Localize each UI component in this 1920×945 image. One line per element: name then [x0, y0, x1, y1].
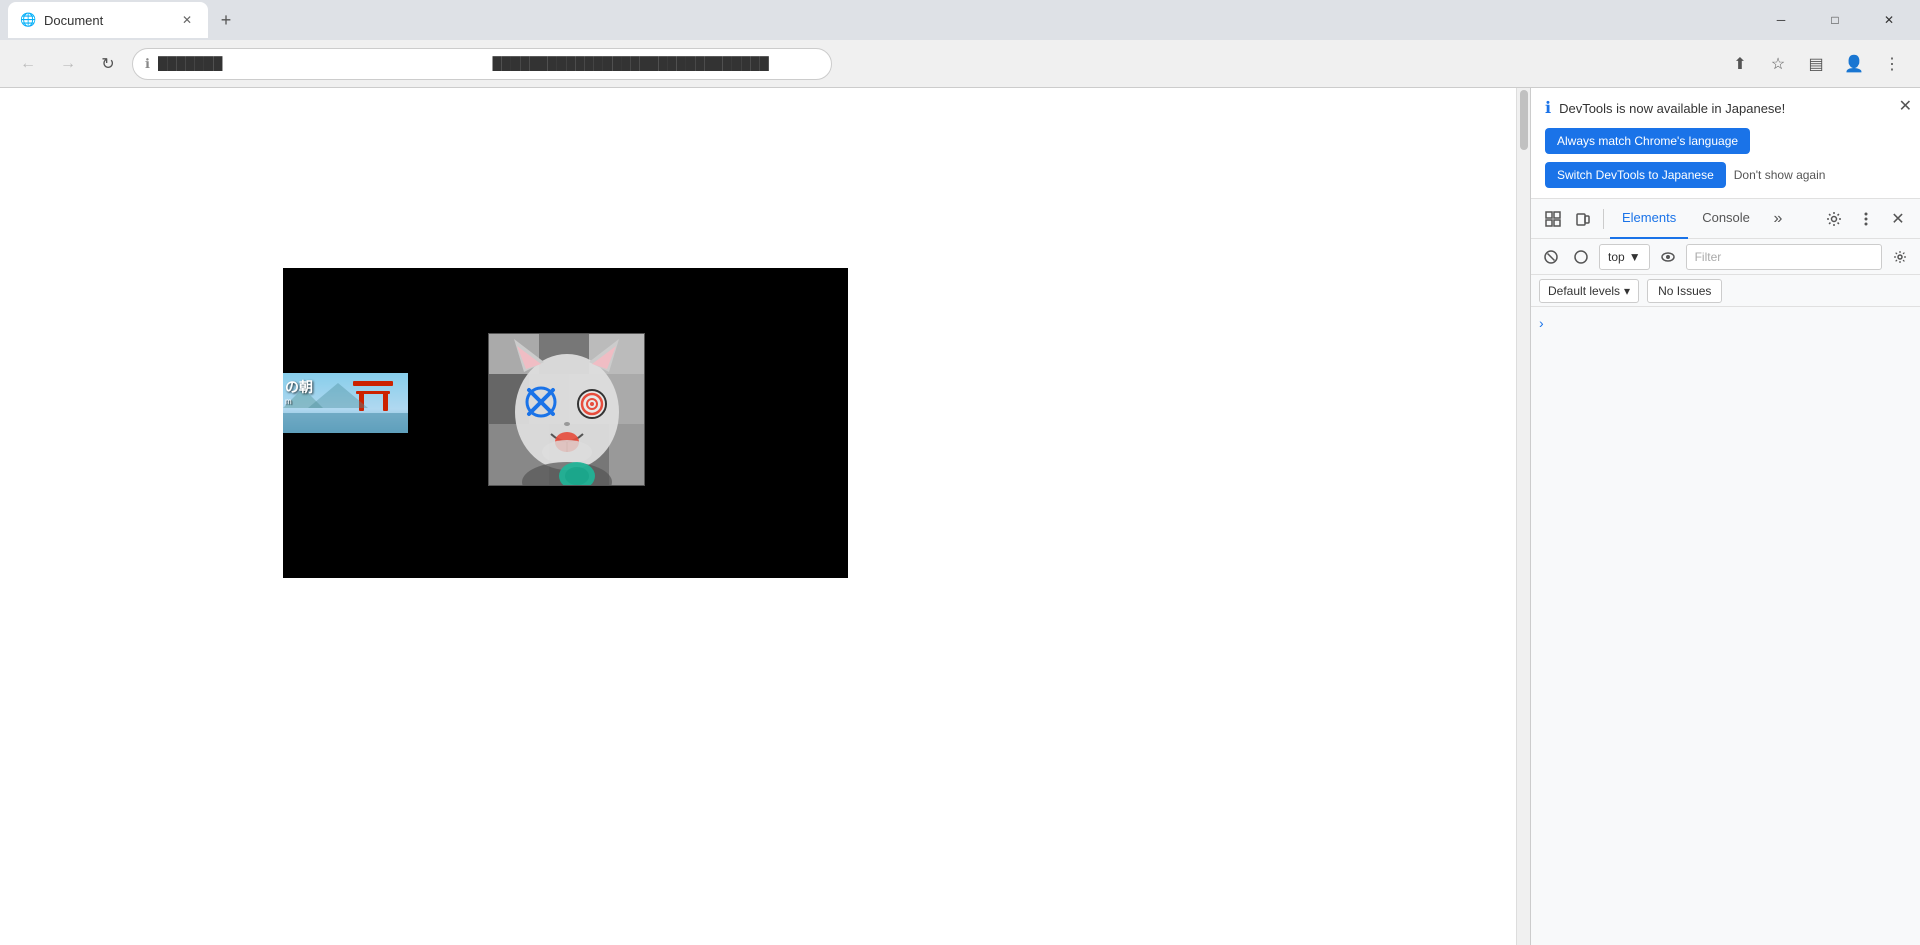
navigation-bar: ← → ↻ ℹ ███████ ████████████████████████… [0, 40, 1920, 88]
devtools-close-button[interactable]: ✕ [1884, 205, 1912, 233]
element-picker-button[interactable] [1539, 205, 1567, 233]
japanese-text: の朝 [285, 377, 313, 397]
tab-elements[interactable]: Elements [1610, 199, 1688, 239]
japanese-subtext: m [285, 397, 313, 406]
context-selector[interactable]: top ▼ [1599, 244, 1650, 270]
devtools-panel: ℹ DevTools is now available in Japanese!… [1530, 88, 1920, 945]
page-content: の朝 m [0, 88, 1516, 945]
forward-button[interactable]: → [52, 48, 84, 80]
back-button[interactable]: ← [12, 48, 44, 80]
notification-title: ℹ DevTools is now available in Japanese! [1545, 98, 1906, 118]
info-circle-icon: ℹ [1545, 98, 1551, 118]
page-inner: の朝 m [0, 88, 1516, 945]
devtools-more-options-button[interactable] [1852, 205, 1880, 233]
devtools-content-area: › [1531, 307, 1920, 945]
reload-button[interactable]: ↻ [92, 48, 124, 80]
devtools-console-bar: top ▼ [1531, 239, 1920, 275]
more-tabs-button[interactable]: » [1764, 205, 1792, 233]
device-toggle-button[interactable] [1569, 205, 1597, 233]
scrollbar-track [1517, 88, 1531, 945]
filter-input[interactable] [1686, 244, 1882, 270]
tab-title: Document [44, 13, 170, 28]
url-path: ██████████████████████████████ [492, 56, 819, 71]
clear-console-button[interactable] [1539, 245, 1563, 269]
console-settings-icon[interactable] [1888, 245, 1912, 269]
title-bar: 🌐 Document ✕ + ─ □ ✕ [0, 0, 1920, 40]
notification-close-button[interactable]: ✕ [1899, 96, 1912, 116]
share-icon[interactable]: ⬆ [1724, 48, 1756, 80]
notification-secondary-buttons: Switch DevTools to Japanese Don't show a… [1545, 162, 1906, 188]
filter-toggle-button[interactable] [1569, 245, 1593, 269]
browser-tab[interactable]: 🌐 Document ✕ [8, 2, 208, 38]
tab-close-button[interactable]: ✕ [178, 11, 196, 29]
nav-right-buttons: ⬆ ☆ ▤ 👤 ⋮ [1724, 48, 1908, 80]
bookmark-icon[interactable]: ☆ [1762, 48, 1794, 80]
info-icon: ℹ [145, 56, 150, 72]
context-label: top [1608, 250, 1625, 264]
title-bar-controls: ─ □ ✕ [1758, 4, 1912, 36]
default-levels-label: Default levels [1548, 284, 1620, 298]
always-match-language-button[interactable]: Always match Chrome's language [1545, 128, 1750, 154]
devtools-notification: ℹ DevTools is now available in Japanese!… [1531, 88, 1920, 199]
devtools-issues-bar: Default levels ▾ No Issues [1531, 275, 1920, 307]
close-window-button[interactable]: ✕ [1866, 4, 1912, 36]
levels-dropdown-icon: ▾ [1624, 284, 1630, 298]
profile-icon[interactable]: 👤 [1838, 48, 1870, 80]
menu-icon[interactable]: ⋮ [1876, 48, 1908, 80]
default-levels-selector[interactable]: Default levels ▾ [1539, 279, 1639, 303]
sidebar-toggle-icon[interactable]: ▤ [1800, 48, 1832, 80]
page-scrollbar[interactable] [1516, 88, 1530, 945]
scrollbar-thumb[interactable] [1520, 90, 1528, 150]
devtools-right-controls: ✕ [1820, 205, 1912, 233]
maximize-button[interactable]: □ [1812, 4, 1858, 36]
canvas-area: の朝 m [283, 268, 848, 578]
address-bar[interactable]: ℹ ███████ ██████████████████████████████ [132, 48, 832, 80]
tab-favicon: 🌐 [20, 12, 36, 28]
main-area: の朝 m [0, 88, 1920, 945]
no-issues-badge: No Issues [1647, 279, 1722, 303]
notification-text: DevTools is now available in Japanese! [1559, 101, 1785, 116]
context-dropdown-icon: ▼ [1629, 250, 1641, 264]
url-text: ███████ [158, 56, 485, 71]
devtools-toolbar: Elements Console » ✕ [1531, 199, 1920, 239]
dont-show-again-link[interactable]: Don't show again [1734, 168, 1826, 182]
new-tab-button[interactable]: + [212, 6, 240, 34]
switch-to-japanese-button[interactable]: Switch DevTools to Japanese [1545, 162, 1726, 188]
browser-window: 🌐 Document ✕ + ─ □ ✕ ← → ↻ ℹ ███████ ███… [0, 0, 1920, 945]
expand-chevron[interactable]: › [1539, 315, 1544, 331]
tab-console[interactable]: Console [1690, 199, 1762, 239]
anime-character-image [488, 333, 645, 486]
toolbar-separator-1 [1603, 209, 1604, 229]
minimize-button[interactable]: ─ [1758, 4, 1804, 36]
devtools-settings-button[interactable] [1820, 205, 1848, 233]
notification-buttons: Always match Chrome's language [1545, 128, 1906, 154]
eye-filter-button[interactable] [1656, 245, 1680, 269]
japanese-landscape-image: の朝 m [283, 373, 408, 433]
